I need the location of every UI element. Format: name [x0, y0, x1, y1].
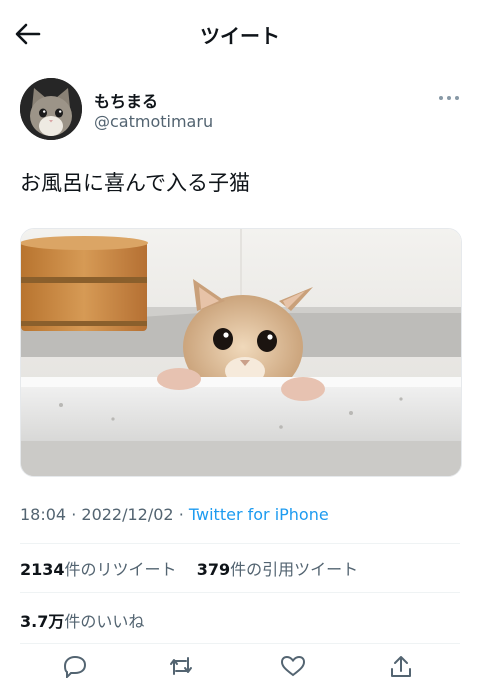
share-icon: [391, 656, 411, 677]
kitten-bath-photo: [21, 229, 461, 476]
likes-stats-row: 3.7万件のいいね: [20, 608, 144, 632]
cat-avatar-image: [20, 78, 82, 140]
like-button[interactable]: [278, 654, 308, 678]
reply-button[interactable]: [60, 654, 90, 680]
retweet-count: 2134: [20, 560, 65, 579]
retweet-label: 件のリツイート: [64, 560, 177, 579]
more-options-button[interactable]: [434, 88, 464, 108]
meta-separator: ·: [178, 505, 184, 524]
retweets-stat[interactable]: 2134件のリツイート: [20, 560, 177, 579]
share-stats-row: 2134件のリツイート 379件の引用ツイート: [20, 556, 358, 580]
tweet-source-link[interactable]: Twitter for iPhone: [189, 505, 329, 524]
more-horizontal-icon: [439, 96, 459, 100]
action-bar: [0, 648, 480, 680]
tweet-time[interactable]: 18:04: [20, 505, 66, 524]
quote-count: 379: [196, 560, 231, 579]
display-name[interactable]: もちまる: [94, 88, 158, 112]
page-title: ツイート: [200, 24, 280, 48]
retweet-button[interactable]: [166, 654, 196, 678]
tweet-date[interactable]: 2022/12/02: [81, 505, 173, 524]
divider: [20, 643, 460, 644]
quote-label: 件の引用ツイート: [230, 560, 359, 579]
divider: [20, 592, 460, 593]
tweet-timestamp-line: 18:04 · 2022/12/02 · Twitter for iPhone: [20, 505, 329, 524]
avatar[interactable]: [20, 78, 82, 140]
divider: [20, 543, 460, 544]
quotes-stat[interactable]: 379件の引用ツイート: [197, 560, 358, 579]
tweet-text: お風呂に喜んで入る子猫: [20, 171, 250, 195]
reply-icon: [63, 655, 87, 680]
tweet-photo[interactable]: [20, 228, 462, 477]
retweet-icon: [170, 657, 192, 675]
like-label: 件のいいね: [64, 612, 145, 631]
top-bar: ツイート: [0, 0, 480, 70]
share-button[interactable]: [386, 654, 416, 678]
likes-stat[interactable]: 3.7万件のいいね: [20, 612, 144, 631]
user-handle[interactable]: @catmotimaru: [94, 112, 213, 131]
heart-icon: [280, 655, 306, 677]
meta-separator: ·: [71, 505, 77, 524]
like-count: 3.7万: [20, 612, 65, 631]
